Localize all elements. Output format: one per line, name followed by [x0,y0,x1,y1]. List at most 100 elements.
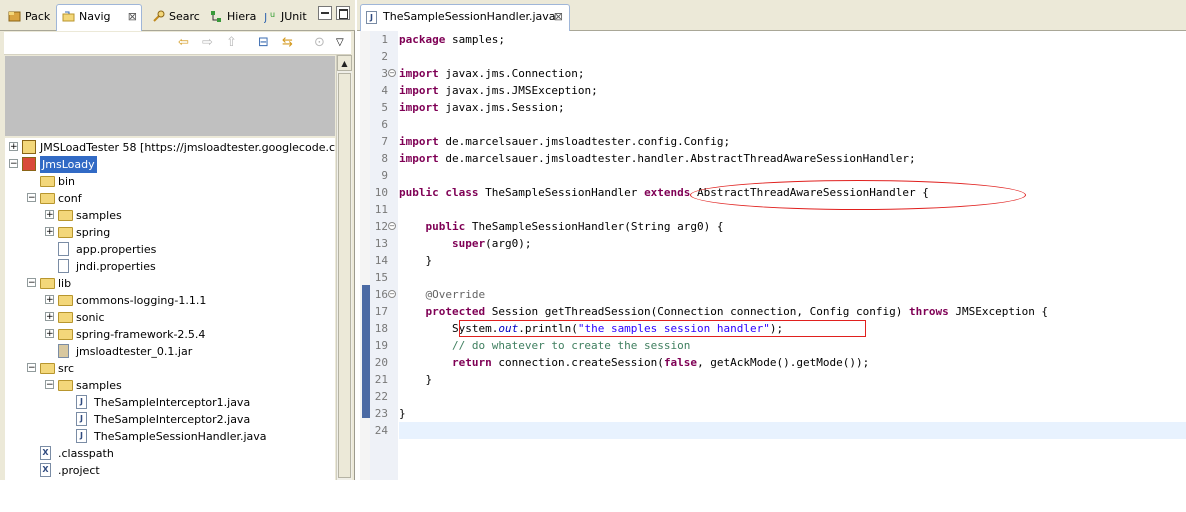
fold-toggle-icon[interactable]: − [388,290,396,298]
editor-tab-bar: J TheSampleSessionHandler.java ⊠ [357,0,1186,31]
tree-item[interactable]: + JMSLoadTester 58 [https://jmsloadtester… [5,139,335,156]
tree-item[interactable]: − lib [5,275,335,292]
tab-junit[interactable]: Ju JUnit [258,4,312,28]
link-with-editor-icon[interactable]: ⇆ [282,35,293,51]
up-icon[interactable]: ⇧ [226,35,237,51]
code-token: return [451,356,492,369]
java-file-icon: J [76,395,87,409]
tree-item-label: .classpath [58,447,114,460]
tree-item[interactable]: J TheSampleInterceptor2.java [5,411,335,428]
svg-text:J: J [264,11,267,23]
navigator-toolbar: ⇦ ⇨ ⇧ ⊟ ⇆ ⊙ ▽ [4,32,351,55]
tree-item[interactable]: jndi.properties [5,258,335,275]
code-line[interactable]: public TheSampleSessionHandler(String ar… [399,218,1186,235]
code-line[interactable]: import javax.jms.JMSException; [399,82,1186,99]
tree-item[interactable]: − JmsLoady [5,156,335,173]
tree-item-label: bin [58,175,76,188]
tab-hierarchy[interactable]: Hiera [204,4,256,28]
code-line[interactable]: package samples; [399,31,1186,48]
tree-item-label: commons-logging-1.1.1 [76,294,207,307]
code-line[interactable] [399,388,1186,405]
tree-item[interactable]: bin [5,173,335,190]
tree-item[interactable]: jmsloadtester_0.1.jar [5,343,335,360]
code-line[interactable]: import javax.jms.Session; [399,99,1186,116]
line-number: 24 [374,424,388,437]
fold-toggle-icon[interactable]: − [388,222,396,230]
line-number: 18 [374,322,388,335]
code-line[interactable]: import de.marcelsauer.jmsloadtester.hand… [399,150,1186,167]
tree-item[interactable]: app.properties [5,241,335,258]
code-line[interactable]: super(arg0); [399,235,1186,252]
tree-item-label: TheSampleInterceptor2.java [94,413,251,426]
line-number: 21 [374,373,388,386]
tree-item[interactable]: + commons-logging-1.1.1 [5,292,335,309]
tree-item[interactable]: + samples [5,207,335,224]
tab-label: Navig [79,10,111,23]
expand-icon[interactable]: + [45,329,54,339]
collapse-icon[interactable]: − [27,193,36,203]
fold-toggle-icon[interactable]: − [388,69,396,77]
tree-item[interactable]: X .classpath [5,445,335,462]
collapse-all-icon[interactable]: ⊟ [258,35,269,51]
line-number: 4 [381,84,388,97]
collapse-icon[interactable]: − [9,159,18,169]
view-menu-icon[interactable]: ▽ [336,35,344,51]
code-line[interactable] [399,116,1186,133]
code-line[interactable] [399,422,1186,439]
minimize-view-icon[interactable] [318,6,332,20]
tree-item-label: app.properties [76,243,157,256]
line-number: 17 [374,305,388,318]
tree-item[interactable]: − conf [5,190,335,207]
tree-item[interactable]: − samples [5,377,335,394]
code-line[interactable]: // do whatever to create the session [399,337,1186,354]
filter-icon[interactable]: ⊙ [314,35,325,51]
editor-tab-thesamplesessionhandler[interactable]: J TheSampleSessionHandler.java ⊠ [360,4,570,31]
code-line[interactable]: return connection.createSession(false, g… [399,354,1186,371]
tree-item[interactable]: − src [5,360,335,377]
code-line[interactable]: } [399,371,1186,388]
vertical-scrollbar[interactable]: ▲ [336,55,352,480]
line-number: 8 [381,152,388,165]
view-tab-bar: Pack Navig ⊠ Searc Hiera Ju JUnit [0,0,355,31]
collapse-icon[interactable]: − [27,363,36,373]
code-line[interactable]: } [399,252,1186,269]
forward-icon[interactable]: ⇨ [202,35,213,51]
code-line[interactable]: import de.marcelsauer.jmsloadtester.conf… [399,133,1186,150]
code-line[interactable] [399,269,1186,286]
expand-icon[interactable]: + [45,312,54,322]
code-area[interactable]: package samples; import javax.jms.Connect… [399,31,1186,480]
scroll-up-icon[interactable]: ▲ [337,55,352,71]
code-token: throws [908,305,949,318]
maximize-view-icon[interactable] [336,6,350,20]
tree-item[interactable]: + sonic [5,309,335,326]
tree-item[interactable]: + spring-framework-2.5.4 [5,326,335,343]
tree-item[interactable]: J TheSampleSessionHandler.java [5,428,335,445]
code-line[interactable]: } [399,405,1186,422]
tab-label: Hiera [227,10,257,23]
tab-package-explorer[interactable]: Pack [2,4,54,28]
collapse-icon[interactable]: − [27,278,36,288]
code-token: import [399,67,439,80]
expand-icon[interactable]: + [45,295,54,305]
expand-icon[interactable]: + [45,210,54,220]
code-line[interactable]: @Override [399,286,1186,303]
close-icon[interactable]: ⊠ [554,5,563,29]
scrollbar-thumb[interactable] [338,73,351,478]
expand-icon[interactable]: + [9,142,18,152]
code-line[interactable] [399,48,1186,65]
expand-icon[interactable]: + [45,227,54,237]
code-line[interactable]: import javax.jms.Connection; [399,65,1186,82]
tab-navigator[interactable]: Navig ⊠ [56,4,142,31]
code-line[interactable]: protected Session getThreadSession(Conne… [399,303,1186,320]
back-icon[interactable]: ⇦ [178,35,189,51]
tree-item[interactable]: + spring [5,224,335,241]
collapse-icon[interactable]: − [45,380,54,390]
folder-icon [58,329,73,340]
tab-search[interactable]: Searc [146,4,202,28]
tree-item[interactable]: J TheSampleInterceptor1.java [5,394,335,411]
tree-item[interactable]: X .project [5,462,335,479]
code-token: de.marcelsauer.jmsloadtester.handler.Abs… [445,152,916,165]
line-number: 12 [374,220,388,233]
close-icon[interactable]: ⊠ [128,5,137,29]
